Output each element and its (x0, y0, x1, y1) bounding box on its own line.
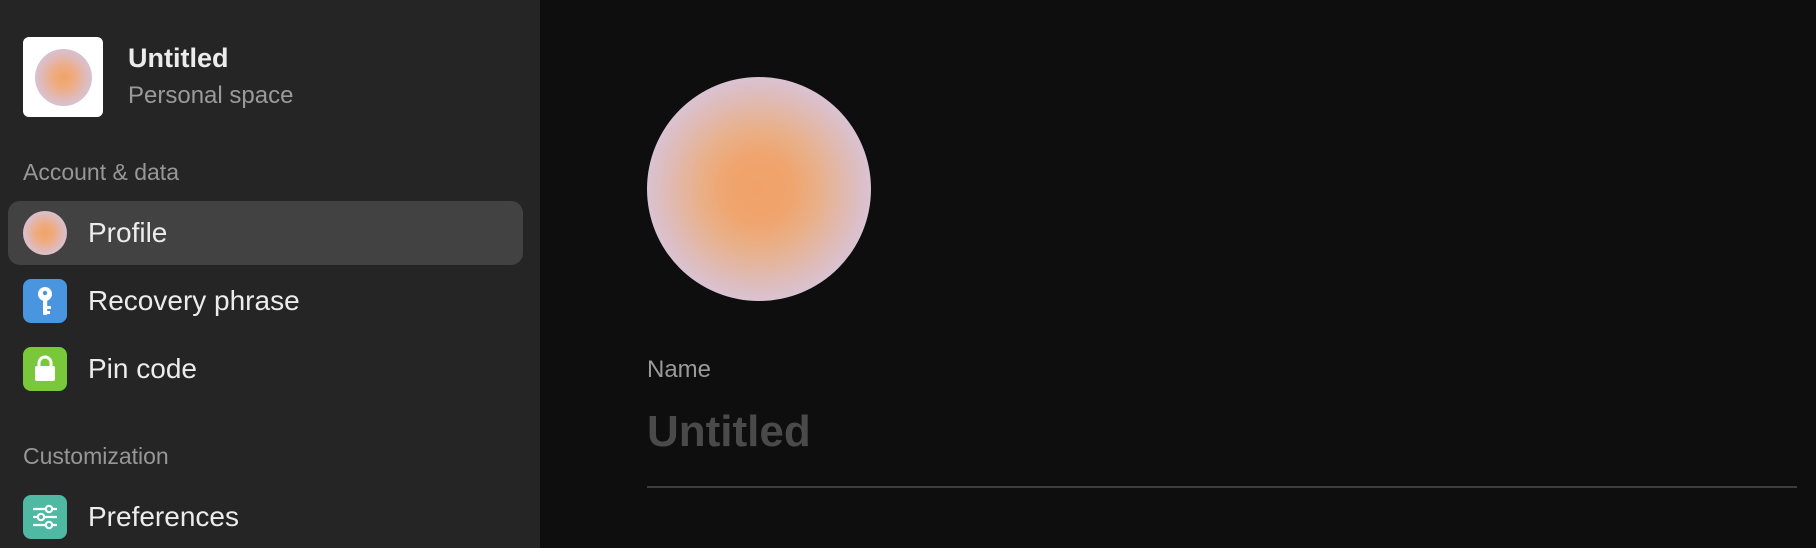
sidebar-item-pin-code[interactable]: Pin code (8, 337, 523, 401)
settings-window: Untitled Personal space Account & data P… (0, 0, 1816, 548)
sidebar: Untitled Personal space Account & data P… (0, 0, 540, 548)
key-icon (23, 279, 67, 323)
sidebar-item-label: Profile (88, 217, 168, 248)
profile-avatar-icon (23, 211, 67, 255)
sidebar-item-profile[interactable]: Profile (8, 201, 523, 265)
space-subtitle: Personal space (128, 82, 294, 109)
name-field-label: Name (647, 356, 712, 383)
space-header[interactable]: Untitled Personal space (23, 37, 293, 117)
space-thumbnail (23, 37, 103, 117)
sidebar-item-label: Pin code (88, 353, 197, 384)
sidebar-item-label: Recovery phrase (88, 285, 300, 316)
section-label-customization: Customization (23, 443, 169, 469)
sliders-icon (23, 495, 67, 539)
space-info: Untitled Personal space (128, 41, 293, 113)
sidebar-item-recovery-phrase[interactable]: Recovery phrase (8, 269, 523, 333)
profile-avatar[interactable] (647, 77, 871, 301)
name-input-underline (647, 486, 1797, 488)
space-avatar-gradient (34, 48, 92, 106)
sidebar-item-label: Preferences (88, 501, 239, 532)
name-input[interactable] (647, 400, 1797, 464)
space-title: Untitled (128, 43, 229, 73)
lock-icon (23, 347, 67, 391)
sidebar-item-preferences[interactable]: Preferences (8, 485, 523, 548)
profile-panel: Name (540, 0, 1816, 548)
section-label-account: Account & data (23, 159, 179, 185)
